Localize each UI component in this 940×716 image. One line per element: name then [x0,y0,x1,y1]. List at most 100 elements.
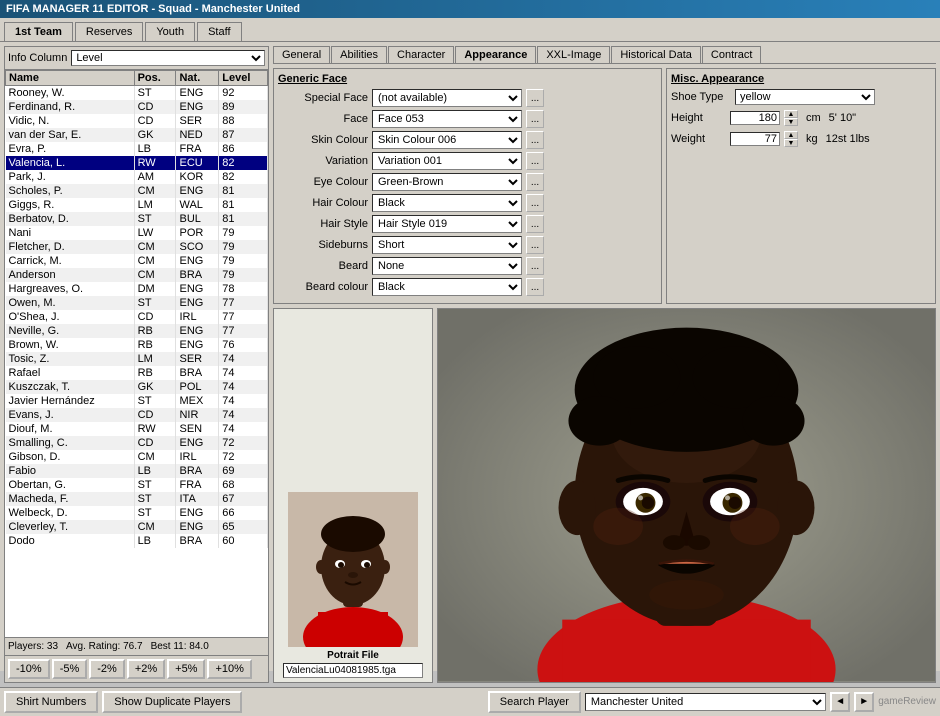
player-nat: ENG [176,296,219,310]
field-dots-2[interactable]: ... [526,131,544,149]
team-select[interactable]: Manchester United [585,693,826,711]
table-row[interactable]: Hargreaves, O. DM ENG 78 [6,282,268,296]
field-select-1[interactable]: Face 053 [372,110,522,128]
table-row[interactable]: Dodo LB BRA 60 [6,534,268,548]
field-dots-3[interactable]: ... [526,152,544,170]
table-row[interactable]: O'Shea, J. CD IRL 77 [6,310,268,324]
nav-next-button[interactable]: ► [854,692,874,712]
field-dots-7[interactable]: ... [526,236,544,254]
field-select-0[interactable]: (not available) [372,89,522,107]
tab-historical-data[interactable]: Historical Data [611,46,701,63]
weight-up[interactable]: ▲ [784,131,798,139]
field-select-4[interactable]: Green-Brown [372,173,522,191]
field-dots-0[interactable]: ... [526,89,544,107]
table-row[interactable]: Gibson, D. CM IRL 72 [6,450,268,464]
table-row[interactable]: Diouf, M. RW SEN 74 [6,422,268,436]
table-row[interactable]: Kuszczak, T. GK POL 74 [6,380,268,394]
player-pos: RW [134,422,176,436]
table-row[interactable]: Rooney, W. ST ENG 92 [6,86,268,101]
field-select-6[interactable]: Hair Style 019 [372,215,522,233]
field-select-3[interactable]: Variation 001 [372,152,522,170]
table-row[interactable]: Park, J. AM KOR 82 [6,170,268,184]
info-column-select[interactable]: Level [71,50,265,66]
player-name: Hargreaves, O. [6,282,135,296]
player-nat: BRA [176,268,219,282]
tab-character[interactable]: Character [388,46,454,63]
table-row[interactable]: Fabio LB BRA 69 [6,464,268,478]
info-column-row: Info Column Level [5,47,268,70]
right-panel: General Abilities Character Appearance X… [273,46,936,683]
table-row[interactable]: Scholes, P. CM ENG 81 [6,184,268,198]
field-select-7[interactable]: Short [372,236,522,254]
table-row[interactable]: Brown, W. RB ENG 76 [6,338,268,352]
table-row[interactable]: Carrick, M. CM ENG 79 [6,254,268,268]
field-select-8[interactable]: None [372,257,522,275]
table-row[interactable]: Smalling, C. CD ENG 72 [6,436,268,450]
height-up[interactable]: ▲ [784,110,798,118]
player-nat: MEX [176,394,219,408]
tab-staff[interactable]: Staff [197,22,241,41]
search-player-button[interactable]: Search Player [488,691,581,713]
table-row[interactable]: Evans, J. CD NIR 74 [6,408,268,422]
table-row[interactable]: Macheda, F. ST ITA 67 [6,492,268,506]
table-row[interactable]: Obertan, G. ST FRA 68 [6,478,268,492]
player-pos: CM [134,450,176,464]
show-duplicates-button[interactable]: Show Duplicate Players [102,691,242,713]
table-row[interactable]: Berbatov, D. ST BUL 81 [6,212,268,226]
btn-minus5[interactable]: -5% [52,659,88,679]
tab-xxl-image[interactable]: XXL-Image [537,46,610,63]
shirt-numbers-button[interactable]: Shirt Numbers [4,691,98,713]
tab-general[interactable]: General [273,46,330,63]
table-row[interactable]: Neville, G. RB ENG 77 [6,324,268,338]
btn-plus5[interactable]: +5% [167,659,205,679]
player-level: 74 [219,422,268,436]
table-row[interactable]: Giggs, R. LM WAL 81 [6,198,268,212]
field-dots-4[interactable]: ... [526,173,544,191]
btn-plus10[interactable]: +10% [207,659,251,679]
table-row[interactable]: Owen, M. ST ENG 77 [6,296,268,310]
table-row[interactable]: Cleverley, T. CM ENG 65 [6,520,268,534]
tab-1st-team[interactable]: 1st Team [4,22,73,41]
player-nat: SER [176,114,219,128]
height-input[interactable] [730,111,780,125]
btn-minus2[interactable]: -2% [89,659,125,679]
table-row[interactable]: Evra, P. LB FRA 86 [6,142,268,156]
weight-imperial: 12st 1lbs [826,133,870,145]
field-dots-1[interactable]: ... [526,110,544,128]
btn-plus2[interactable]: +2% [127,659,165,679]
player-level: 74 [219,380,268,394]
height-down[interactable]: ▼ [784,118,798,126]
nav-prev-button[interactable]: ◄ [830,692,850,712]
tab-reserves[interactable]: Reserves [75,22,143,41]
table-row[interactable]: Nani LW POR 79 [6,226,268,240]
table-row[interactable]: Vidic, N. CD SER 88 [6,114,268,128]
table-row[interactable]: Tosic, Z. LM SER 74 [6,352,268,366]
tab-contract[interactable]: Contract [702,46,762,63]
tab-appearance[interactable]: Appearance [455,46,536,63]
weight-input[interactable] [730,132,780,146]
field-select-9[interactable]: Black [372,278,522,296]
field-select-5[interactable]: Black [372,194,522,212]
table-row[interactable]: Welbeck, D. ST ENG 66 [6,506,268,520]
tab-youth[interactable]: Youth [145,22,195,41]
field-dots-6[interactable]: ... [526,215,544,233]
field-select-2[interactable]: Skin Colour 006 [372,131,522,149]
field-dots-9[interactable]: ... [526,278,544,296]
field-dots-8[interactable]: ... [526,257,544,275]
shoe-type-select[interactable]: yellow [735,89,875,105]
tab-abilities[interactable]: Abilities [331,46,387,63]
table-row[interactable]: Javier Hernández ST MEX 74 [6,394,268,408]
table-row[interactable]: Fletcher, D. CM SCO 79 [6,240,268,254]
table-row[interactable]: van der Sar, E. GK NED 87 [6,128,268,142]
portrait-filename[interactable] [283,663,423,678]
weight-down[interactable]: ▼ [784,139,798,147]
btn-minus10[interactable]: -10% [8,659,50,679]
table-row[interactable]: Valencia, L. RW ECU 82 [6,156,268,170]
table-row[interactable]: Rafael RB BRA 74 [6,366,268,380]
table-row[interactable]: Anderson CM BRA 79 [6,268,268,282]
player-pos: CD [134,100,176,114]
table-row[interactable]: Ferdinand, R. CD ENG 89 [6,100,268,114]
height-row: Height ▲ ▼ cm 5' 10" [671,110,931,126]
field-dots-5[interactable]: ... [526,194,544,212]
player-nat: ENG [176,86,219,101]
